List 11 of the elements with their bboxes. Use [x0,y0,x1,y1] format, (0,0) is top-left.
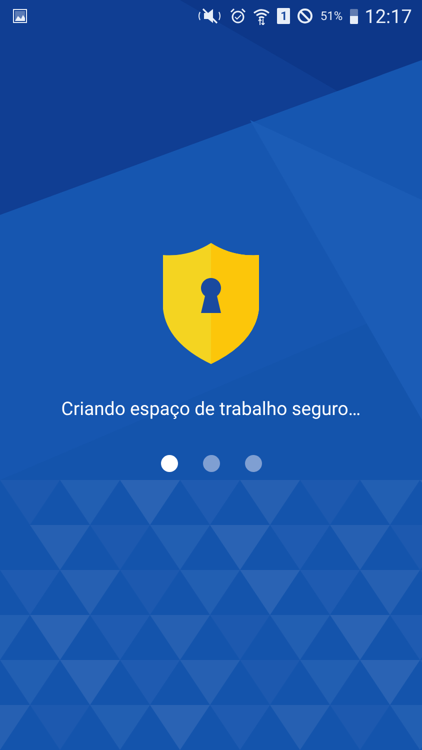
mute-icon [197,8,224,24]
battery-percent: 51% [320,9,343,23]
battery-icon [350,8,358,24]
wifi-icon [253,8,270,24]
shield-keyhole-icon [163,243,259,364]
loading-message: Criando espaço de trabalho seguro… [61,398,361,420]
alarm-icon [230,8,246,24]
do-not-disturb-icon [297,8,314,24]
gallery-icon [13,9,27,23]
sim-icon: 1 [277,8,290,24]
clock-time: 12:17 [364,4,412,28]
